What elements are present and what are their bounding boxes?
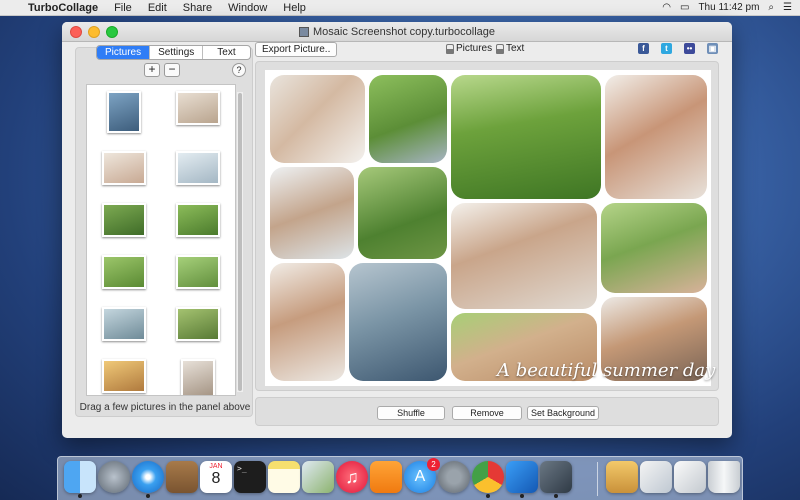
collage-photo[interactable] (451, 203, 597, 309)
xcode-icon[interactable] (506, 461, 538, 498)
add-picture-button[interactable]: + (144, 63, 160, 77)
chrome-icon[interactable] (472, 461, 504, 498)
battery-icon[interactable]: ▭ (680, 2, 689, 13)
remove-picture-button[interactable]: − (164, 63, 180, 77)
picture-list[interactable] (86, 84, 236, 396)
picture-thumbnail[interactable] (102, 151, 146, 185)
downloads-icon[interactable] (674, 461, 706, 493)
preview-icon[interactable] (302, 461, 334, 493)
finder-icon[interactable] (64, 461, 96, 498)
document-icon (298, 26, 309, 37)
titlebar[interactable]: Mosaic Screenshot copy.turbocollage (62, 22, 732, 42)
terminal-icon[interactable]: >_ (234, 461, 266, 493)
help-button[interactable]: ? (232, 63, 246, 77)
window-title: Mosaic Screenshot copy.turbocollage (298, 25, 495, 38)
facebook-icon[interactable]: f (638, 43, 649, 54)
window-title-text: Mosaic Screenshot copy.turbocollage (312, 25, 495, 38)
notification-center-icon[interactable]: ☰ (783, 2, 792, 13)
minimize-button[interactable] (88, 26, 100, 38)
dock-separator (597, 462, 598, 496)
picture-thumbnail[interactable] (102, 255, 146, 289)
tab-text[interactable]: Text (202, 46, 249, 59)
clock[interactable]: Thu 11:42 pm (698, 2, 759, 13)
documents-icon[interactable] (640, 461, 672, 493)
spotlight-icon[interactable]: ⌕ (768, 2, 774, 13)
tab-settings[interactable]: Settings (149, 46, 202, 59)
collage-photo[interactable] (349, 263, 447, 381)
left-panel: Pictures Settings Text + − ? Drag a few … (75, 45, 253, 417)
share-icons: f t •• ▣ (638, 43, 718, 54)
share-icon[interactable]: ▣ (707, 43, 718, 54)
dock: JAN 8 >_ ♫ A2 (57, 456, 743, 500)
launchpad-icon[interactable] (98, 461, 130, 493)
export-picture-button[interactable]: Export Picture.. (255, 42, 338, 57)
collage-photo[interactable] (601, 203, 707, 293)
calendar-day: 8 (211, 470, 221, 487)
menubar-status: ◠ ▭ Thu 11:42 pm ⌕ ☰ (662, 2, 800, 13)
picture-thumbnail[interactable] (102, 203, 146, 237)
bottom-toolbar: Shuffle Remove Set Background (255, 397, 719, 426)
picture-thumbnail[interactable] (107, 91, 141, 133)
collage-caption[interactable]: A beautiful summer day (497, 360, 715, 381)
twitter-icon[interactable]: t (661, 43, 672, 54)
trash-icon[interactable] (708, 461, 740, 493)
calendar-icon[interactable]: JAN 8 (200, 461, 232, 493)
lock-icon (496, 44, 504, 54)
window-controls (70, 26, 118, 38)
lock-pictures-toggle[interactable]: Pictures (446, 43, 492, 54)
panel-tabs: Pictures Settings Text (96, 45, 251, 60)
app-window: Mosaic Screenshot copy.turbocollage Pict… (62, 22, 732, 438)
itunes-icon[interactable]: ♫ (336, 461, 368, 493)
lock-text-toggle[interactable]: Text (496, 43, 524, 54)
zoom-button[interactable] (106, 26, 118, 38)
lock-icon (446, 44, 454, 54)
add-remove-group: + − (144, 63, 180, 77)
picture-thumbnail[interactable] (176, 91, 220, 125)
contacts-icon[interactable] (166, 461, 198, 493)
close-button[interactable] (70, 26, 82, 38)
drag-hint: Drag a few pictures in the panel above (79, 402, 251, 413)
collage-photo[interactable] (451, 75, 601, 199)
shuffle-button[interactable]: Shuffle (377, 406, 445, 420)
flickr-icon[interactable]: •• (684, 43, 695, 54)
app-store-icon[interactable]: A2 (404, 458, 440, 493)
picture-thumbnail[interactable] (102, 359, 146, 393)
safari-icon[interactable] (132, 461, 164, 498)
wifi-icon[interactable]: ◠ (662, 2, 671, 13)
menu-app-name[interactable]: TurboCollage (28, 2, 106, 14)
remove-button[interactable]: Remove (452, 406, 522, 420)
picture-thumbnail[interactable] (176, 307, 220, 341)
picture-thumbnail[interactable] (102, 307, 146, 341)
archive-icon[interactable] (606, 461, 638, 493)
menubar: TurboCollage File Edit Share Window Help… (0, 0, 800, 16)
menu-help[interactable]: Help (275, 2, 314, 14)
picture-thumbnail[interactable] (176, 255, 220, 289)
calendar-month: JAN (209, 463, 223, 470)
picture-thumbnail[interactable] (181, 359, 215, 395)
lock-text-label: Text (506, 43, 525, 54)
system-preferences-icon[interactable] (438, 461, 470, 493)
collage-canvas-area: A beautiful summer day (255, 61, 719, 391)
app-store-badge: 2 (427, 458, 440, 471)
picture-thumbnail[interactable] (176, 151, 220, 185)
lock-pictures-label: Pictures (456, 43, 493, 54)
picture-list-scrollbar[interactable] (237, 92, 243, 392)
collage-photo[interactable] (270, 75, 365, 163)
notes-icon[interactable] (268, 461, 300, 493)
collage-photo[interactable] (605, 75, 707, 199)
menu-edit[interactable]: Edit (140, 2, 175, 14)
photo-booth-icon[interactable] (540, 461, 572, 498)
picture-thumbnail[interactable] (176, 203, 220, 237)
collage-canvas[interactable]: A beautiful summer day (265, 70, 715, 386)
tab-pictures[interactable]: Pictures (97, 46, 150, 59)
menu-file[interactable]: File (106, 2, 140, 14)
collage-photo[interactable] (369, 75, 447, 163)
menu-share[interactable]: Share (175, 2, 220, 14)
collage-photo[interactable] (270, 263, 345, 381)
menu-window[interactable]: Window (220, 2, 275, 14)
set-background-button[interactable]: Set Background (527, 406, 599, 420)
collage-photo[interactable] (270, 167, 354, 259)
collage-photo[interactable] (358, 167, 447, 259)
ibooks-icon[interactable] (370, 461, 402, 493)
